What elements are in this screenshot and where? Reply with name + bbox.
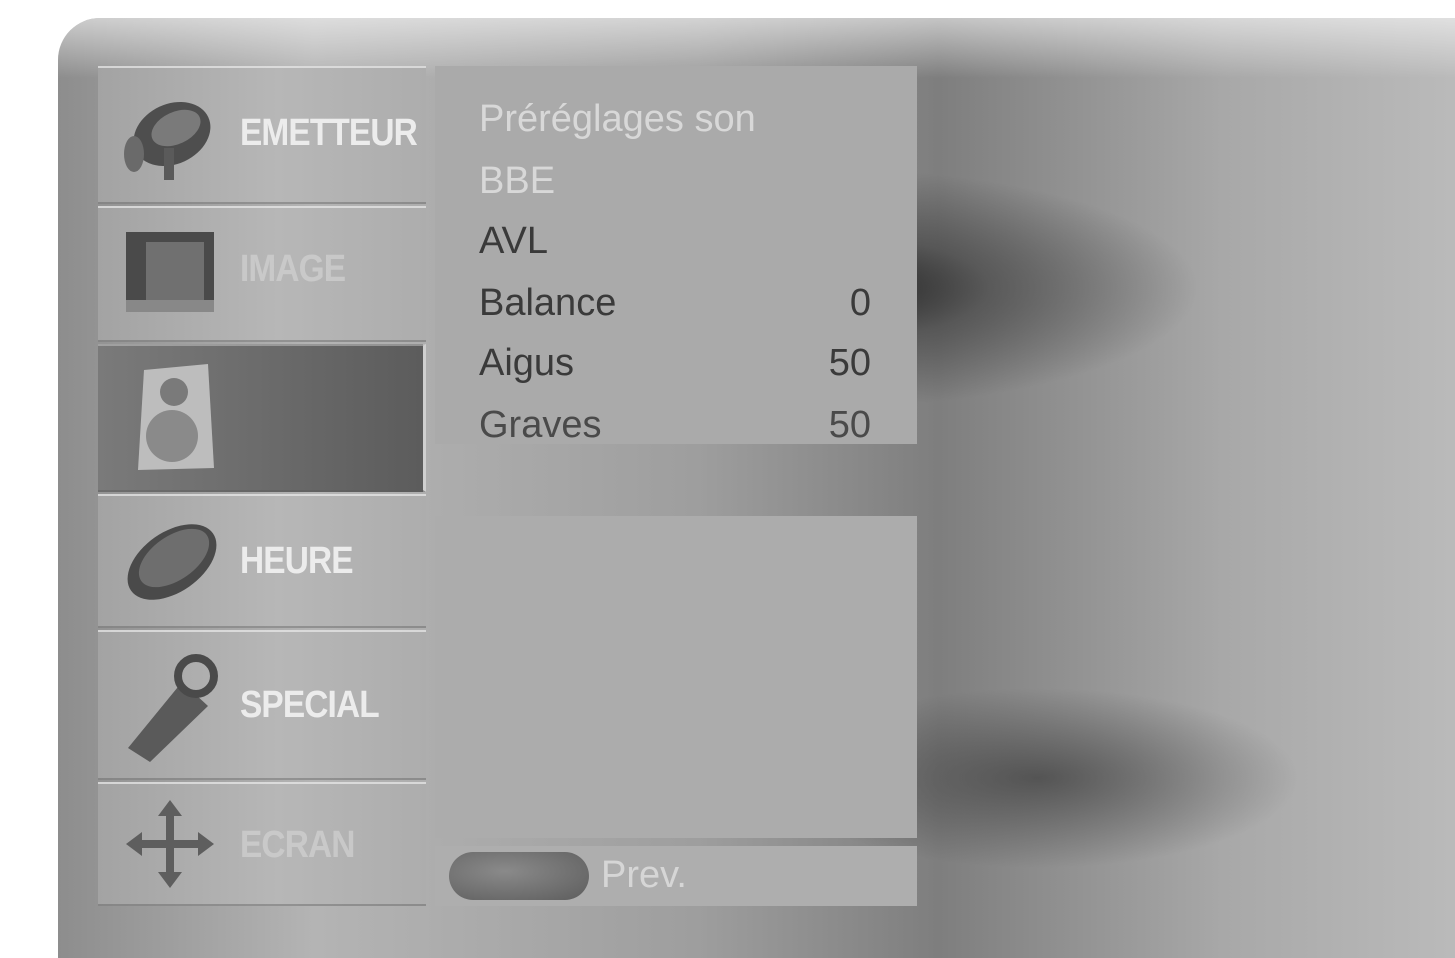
sound-submenu: Préréglages son BBE AVL Balance 0 Aigus … [435,66,917,444]
balance-value: 0 [849,282,871,324]
tab-special[interactable]: SPECIAL [98,630,426,780]
prev-button-icon[interactable] [449,852,589,900]
menu-item-avl[interactable]: AVL [479,220,869,280]
submenu-detail-area [435,516,917,838]
tab-label-ecran: ECRAN [240,824,355,866]
antenna-icon [124,101,211,180]
main-menu-tabs: EMETTEUR IMAGE HEURE SPECIAL ECRAN [98,66,426,906]
tab-heure[interactable]: HEURE [98,494,426,628]
picture-icon [126,232,214,312]
key-tag-icon [128,654,218,762]
tab-image[interactable]: IMAGE [98,206,426,342]
menu-item-bass[interactable]: Graves 50 [479,404,871,444]
tab-label-emetteur: EMETTEUR [240,112,418,154]
footer-bar: Prev. [435,846,917,906]
menu-item-balance[interactable]: Balance 0 [479,282,871,342]
clock-icon [127,524,217,600]
prev-label: Prev. [601,854,687,896]
menu-item-sound-presets[interactable]: Préréglages son [479,98,869,158]
tab-label-image: IMAGE [240,248,346,290]
tab-label-special: SPECIAL [240,684,380,726]
menu-item-treble[interactable]: Aigus 50 [479,342,871,402]
move-arrows-icon [126,800,214,888]
tab-sound[interactable] [98,344,426,492]
treble-value: 50 [828,342,871,384]
menu-item-bbe[interactable]: BBE [479,160,869,220]
tab-ecran[interactable]: ECRAN [98,782,426,906]
tab-emetteur[interactable]: EMETTEUR [98,66,426,204]
tab-label-heure: HEURE [240,540,354,582]
speaker-icon [138,364,214,470]
bass-value: 50 [828,404,871,444]
tv-osd-screen: EMETTEUR IMAGE HEURE SPECIAL ECRAN Préré… [0,0,1455,958]
